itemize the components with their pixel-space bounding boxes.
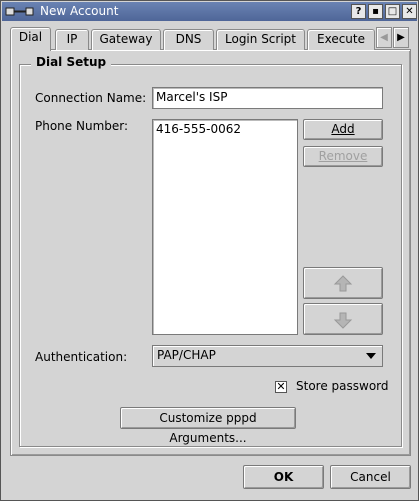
help-button[interactable]: ? [351, 4, 366, 19]
maximize-button[interactable]: □ [385, 4, 400, 19]
tab-gateway[interactable]: Gateway [91, 29, 161, 50]
tab-scroll-right-icon[interactable]: ▶ [393, 27, 409, 48]
tab-dns[interactable]: DNS [163, 29, 214, 50]
arrow-down-icon [333, 312, 353, 329]
tab-login-script[interactable]: Login Script [216, 29, 305, 50]
tab-ip[interactable]: IP [55, 29, 89, 50]
title-bar[interactable]: New Account ? ▪ □ ✕ [2, 2, 417, 21]
window-title: New Account [40, 4, 119, 18]
minimize-button[interactable]: ▪ [368, 4, 383, 19]
add-button-label: Add [331, 122, 355, 136]
chevron-down-icon [366, 353, 376, 359]
list-item[interactable]: 416-555-0062 [153, 120, 297, 138]
phone-number-label: Phone Number: [35, 119, 129, 133]
store-password-checkbox[interactable]: ✕ [275, 381, 287, 393]
arrow-up-icon [333, 275, 353, 292]
remove-button-label: Remove [318, 149, 368, 163]
remove-button[interactable]: Remove [303, 146, 383, 167]
new-account-dialog: New Account ? ▪ □ ✕ Dial IP Gateway DNS … [0, 0, 419, 501]
connection-name-input[interactable]: Marcel's ISP [152, 87, 383, 109]
network-plug-icon [5, 7, 34, 16]
tab-bar: Dial IP Gateway DNS Login Script Execute… [10, 27, 410, 51]
tab-scroll-left-icon[interactable]: ◀ [376, 27, 392, 48]
customize-pppd-button[interactable]: Customize pppd Arguments... [120, 407, 296, 445]
ok-button[interactable]: OK [243, 465, 324, 489]
cancel-button[interactable]: Cancel [330, 465, 411, 489]
add-button[interactable]: Add [303, 119, 383, 140]
move-down-button[interactable] [303, 303, 383, 335]
tab-dial[interactable]: Dial [10, 27, 51, 51]
authentication-value: PAP/CHAP [157, 348, 216, 362]
store-password-label: Store password [296, 379, 389, 393]
close-button[interactable]: ✕ [402, 4, 417, 19]
connection-name-label: Connection Name: [35, 91, 147, 105]
phone-number-list[interactable]: 416-555-0062 [152, 119, 298, 335]
move-up-button[interactable] [303, 267, 383, 299]
authentication-select[interactable]: PAP/CHAP [152, 345, 383, 367]
dial-setup-title: Dial Setup [31, 55, 112, 69]
authentication-label: Authentication: [35, 350, 128, 364]
tab-execute[interactable]: Execute [307, 29, 375, 50]
